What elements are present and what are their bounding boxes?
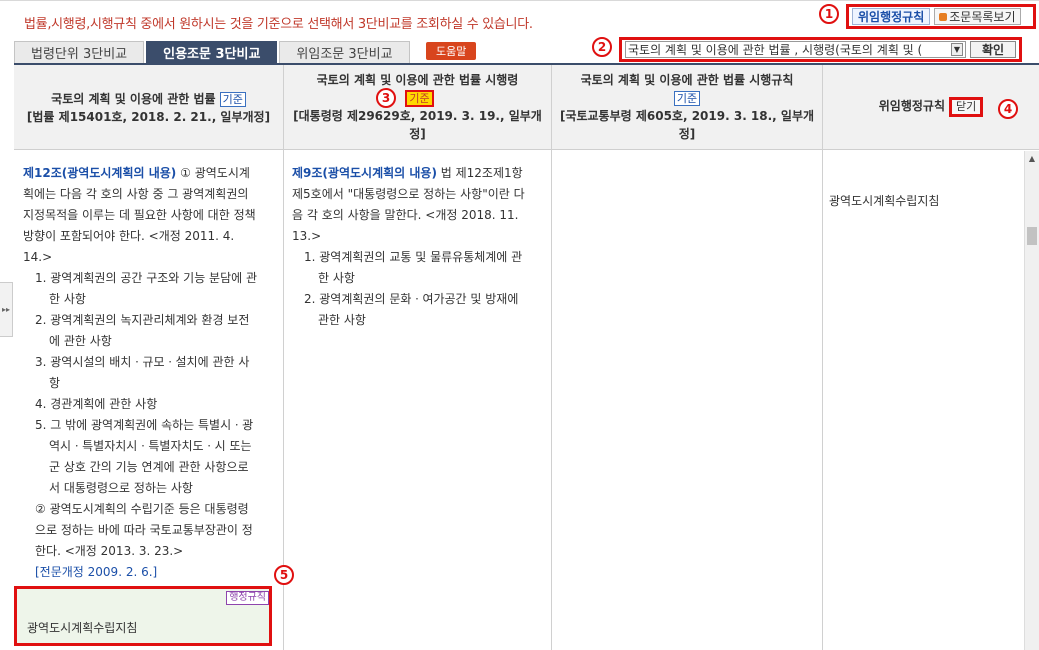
revision-note: [전문개정 2009. 2. 6.] (35, 565, 158, 579)
tab-cited-article[interactable]: 인용조문 3단비교 (146, 41, 278, 63)
column-title-rule: 국토의 계획 및 이용에 관한 법률 시행규칙 (580, 73, 794, 87)
admin-rule-box[interactable]: 행정규칙 광역도시계획수립지침 (14, 586, 272, 646)
scroll-up-icon[interactable]: ▲ (1025, 151, 1039, 165)
marker-5: 5 (274, 565, 294, 585)
tab-law-unit[interactable]: 법령단위 3단비교 (14, 41, 145, 63)
tab-delegated-article[interactable]: 위임조문 3단비교 (279, 41, 410, 63)
admin-rule-tag: 행정규칙 (226, 591, 269, 605)
standard-badge-law[interactable]: 기준 (219, 92, 246, 107)
list-item: 1. 광역계획권의 공간 구조와 기능 분담에 관한 사항 (35, 271, 258, 306)
column-header-rule: 국토의 계획 및 이용에 관한 법률 시행규칙 기준 [국토교통부령 제605호… (552, 65, 822, 150)
standard-badge-decree[interactable]: 기준 (405, 90, 434, 107)
column-title-law: 국토의 계획 및 이용에 관한 법률 (51, 92, 216, 106)
top-button-group: 위임행정규칙 조문목록보기 (846, 4, 1036, 29)
scroll-thumb[interactable] (1027, 227, 1037, 245)
law-article-para2: ② 광역도시계획의 수립기준 등은 대통령령으로 정하는 바에 따라 국토교통부… (35, 502, 253, 558)
list-item: 2. 광역계획권의 녹지관리체계와 환경 보전에 관한 사항 (35, 313, 250, 348)
column-title-admin: 위임행정규칙 (878, 99, 945, 113)
vertical-scrollbar[interactable]: ▲ (1024, 151, 1039, 650)
confirm-button[interactable]: 확인 (970, 41, 1016, 58)
law-article-body: 제12조(광역도시계획의 내용) ① 광역도시계획에는 다음 각 호의 사항 중… (23, 163, 259, 583)
law-select-value: 국토의 계획 및 이용에 관한 법률 , 시행령(국토의 계획 및 ( (628, 43, 923, 57)
column-divider (551, 65, 552, 650)
decree-article-body: 제9조(광역도시계획의 내용) 법 제12조제1항제5호에서 "대통령령으로 정… (292, 163, 528, 331)
standard-badge-rule[interactable]: 기준 (673, 91, 701, 106)
column-header-decree: 국토의 계획 및 이용에 관한 법률 시행령 기준 [대통령령 제29629호,… (284, 65, 551, 150)
list-item: 1. 광역계획권의 교통 및 물류유통체계에 관한 사항 (304, 250, 523, 285)
marker-1: 1 (819, 4, 839, 24)
admin-rule-link[interactable]: 광역도시계획수립지침 (829, 191, 1019, 212)
column-info-law: [법률 제15401호, 2018. 2. 21., 일부개정] (26, 110, 271, 124)
column-info-decree: [대통령령 제29629호, 2019. 3. 19., 일부개정] (293, 109, 542, 141)
column-divider (283, 65, 284, 650)
column-info-rule: [국토교통부령 제605호, 2019. 3. 18., 일부개정] (559, 109, 815, 141)
law-article-title[interactable]: 제12조(광역도시계획의 내용) (23, 166, 176, 180)
marker-3: 3 (376, 88, 396, 108)
list-item: 4. 경관계획에 관한 사항 (35, 397, 158, 411)
column-divider (822, 65, 823, 650)
tab-bar: 법령단위 3단비교 인용조문 3단비교 위임조문 3단비교 (14, 41, 410, 63)
column-title-decree: 국토의 계획 및 이용에 관한 법률 시행령 (316, 73, 519, 87)
list-icon (939, 12, 948, 21)
list-item: 2. 광역계획권의 문화ㆍ여가공간 및 방재에 관한 사항 (304, 292, 519, 327)
close-button[interactable]: 닫기 (949, 97, 984, 117)
help-button[interactable]: 도움말 (426, 42, 477, 60)
law-article-intro: 제12조(광역도시계획의 내용) ① 광역도시계획에는 다음 각 호의 사항 중… (23, 163, 259, 268)
admin-rules-button[interactable]: 위임행정규칙 (852, 8, 931, 25)
law-selector-group: 국토의 계획 및 이용에 관한 법률 , 시행령(국토의 계획 및 ( ▼ 확인 (619, 37, 1022, 62)
marker-4: 4 (998, 99, 1018, 119)
decree-article-intro: 제9조(광역도시계획의 내용) 법 제12조제1항제5호에서 "대통령령으로 정… (292, 163, 528, 247)
law-article-intro-text: ① 광역도시계획에는 다음 각 호의 사항 중 그 광역계획권의 지정목적을 이… (23, 166, 256, 264)
side-panel-toggle-icon[interactable]: ▸▸ (0, 282, 13, 337)
article-list-button[interactable]: 조문목록보기 (934, 8, 1021, 25)
dropdown-arrow-icon[interactable]: ▼ (951, 43, 963, 56)
list-item: 5. 그 밖에 광역계획권에 속하는 특별시ㆍ광역시ㆍ특별자치시ㆍ특별자치도ㆍ시… (35, 418, 254, 495)
marker-2: 2 (592, 37, 612, 57)
article-list-label: 조문목록보기 (949, 10, 1016, 24)
column-header-law: 국토의 계획 및 이용에 관한 법률 기준 [법률 제15401호, 2018. … (14, 65, 283, 150)
law-select[interactable]: 국토의 계획 및 이용에 관한 법률 , 시행령(국토의 계획 및 ( ▼ (625, 41, 966, 58)
decree-article-title[interactable]: 제9조(광역도시계획의 내용) (292, 166, 437, 180)
admin-rule-box-text[interactable]: 광역도시계획수립지침 (27, 619, 137, 636)
list-item: 3. 광역시설의 배치ㆍ규모ㆍ설치에 관한 사항 (35, 355, 250, 390)
notice-text: 법률,시행령,시행규칙 중에서 원하시는 것을 기준으로 선택해서 3단비교를 … (24, 17, 533, 32)
